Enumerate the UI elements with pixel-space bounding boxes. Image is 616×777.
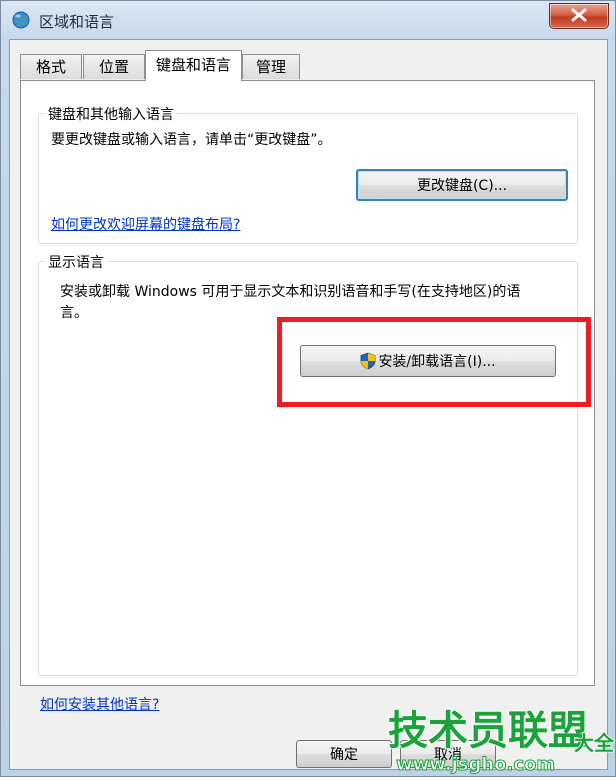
title-bar[interactable]: 区域和语言 xyxy=(1,1,615,39)
close-button[interactable] xyxy=(549,3,609,29)
install-button-label: 安装/卸载语言(I)... xyxy=(378,354,496,370)
dialog-window: 区域和语言 格式 位置 键盘和语言 管理 键盘和其他输入语言 要更改键盘或输入语… xyxy=(0,0,616,777)
display-description-line2: 言。 xyxy=(60,305,88,321)
ok-button[interactable]: 确定 xyxy=(296,740,392,768)
group-title: 显示语言 xyxy=(45,252,107,272)
window-title: 区域和语言 xyxy=(39,13,115,31)
globe-icon xyxy=(12,11,30,29)
watermark-brand: 技术员联盟 xyxy=(388,708,588,754)
tab-label: 管理 xyxy=(255,58,286,76)
tab-format[interactable]: 格式 xyxy=(20,54,82,79)
install-uninstall-languages-button[interactable]: 安装/卸载语言(I)... xyxy=(300,345,556,377)
watermark-url: www.jsgho.com xyxy=(396,754,555,775)
display-language-group: 显示语言 安装或卸载 Windows 可用于显示文本和识别语音和手写(在支持地区… xyxy=(38,252,578,676)
close-icon xyxy=(571,8,587,22)
keyboard-languages-group: 键盘和其他输入语言 要更改键盘或输入语言，请单击“更改键盘”。 更改键盘(C).… xyxy=(38,104,578,244)
group-title: 键盘和其他输入语言 xyxy=(45,104,177,124)
dialog-client-area: 格式 位置 键盘和语言 管理 键盘和其他输入语言 要更改键盘或输入语言，请单击“… xyxy=(9,39,608,770)
watermark-logo: 技术员联盟 大全 www.jsgho.com xyxy=(387,707,616,776)
tab-panel-keyboard-language: 键盘和其他输入语言 要更改键盘或输入语言，请单击“更改键盘”。 更改键盘(C).… xyxy=(20,80,595,686)
install-other-languages-link[interactable]: 如何安装其他语言? xyxy=(40,694,159,714)
tab-keyboard-language[interactable]: 键盘和语言 xyxy=(145,50,242,81)
uac-shield-icon xyxy=(361,352,376,369)
watermark-suffix: 大全 xyxy=(574,731,615,755)
keyboard-description: 要更改键盘或输入语言，请单击“更改键盘”。 xyxy=(51,132,332,148)
change-keyboards-button[interactable]: 更改键盘(C)... xyxy=(356,169,568,201)
tab-label: 键盘和语言 xyxy=(155,56,231,74)
tab-administrative[interactable]: 管理 xyxy=(242,54,300,79)
tab-label: 位置 xyxy=(98,58,129,76)
tab-label: 格式 xyxy=(35,58,66,76)
display-description-line1: 安装或卸载 Windows 可用于显示文本和识别语音和手写(在支持地区)的语 xyxy=(60,284,521,300)
tab-location[interactable]: 位置 xyxy=(83,54,145,79)
welcome-screen-keyboard-link[interactable]: 如何更改欢迎屏幕的键盘布局? xyxy=(51,214,240,234)
